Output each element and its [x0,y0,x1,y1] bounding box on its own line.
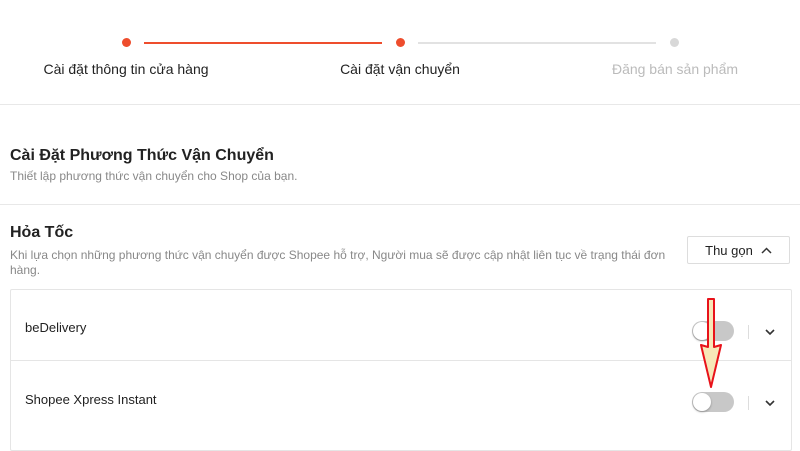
shipping-settings-subtitle: Thiết lập phương thức vận chuyển cho Sho… [10,169,298,183]
carrier-row: Shopee Xpress Instant [11,360,791,431]
progress-stepper: Cài đặt thông tin cửa hàng Cài đặt vận c… [0,0,800,105]
step-3-label: Đăng bán sản phẩm [611,61,739,77]
chevron-down-icon[interactable] [763,396,777,410]
step-1-label: Cài đặt thông tin cửa hàng [43,61,209,77]
annotation-arrow-icon [700,298,722,388]
step-2-dot [396,38,405,47]
collapse-button[interactable]: Thu gọn [687,236,790,264]
shipping-settings-title: Cài Đặt Phương Thức Vận Chuyển [10,147,274,164]
carrier-toggle[interactable] [692,392,734,412]
step-1-dot [122,38,131,47]
express-description: Khi lựa chọn những phương thức vận chuyể… [10,248,666,277]
row-separator [748,325,749,339]
express-section-header: Hỏa Tốc Khi lựa chọn những phương thức v… [10,224,680,278]
step-1-connector [144,42,382,44]
carrier-name: beDelivery [25,320,87,335]
section-divider [0,204,800,205]
step-3-dot [670,38,679,47]
collapse-label: Thu gọn [705,242,753,258]
chevron-up-icon [761,246,772,254]
toggle-knob [693,393,711,411]
shipping-settings-header: Cài Đặt Phương Thức Vận Chuyển Thiết lập… [10,147,790,184]
carrier-row: beDelivery [11,290,791,360]
chevron-down-icon[interactable] [763,325,777,339]
step-2-connector [418,42,656,44]
express-title: Hỏa Tốc [10,224,74,241]
carrier-name: Shopee Xpress Instant [25,392,157,407]
step-2-label: Cài đặt vận chuyển [340,61,460,77]
row-separator [748,396,749,410]
carrier-list: beDelivery Shopee Xpress Instant [10,289,792,451]
